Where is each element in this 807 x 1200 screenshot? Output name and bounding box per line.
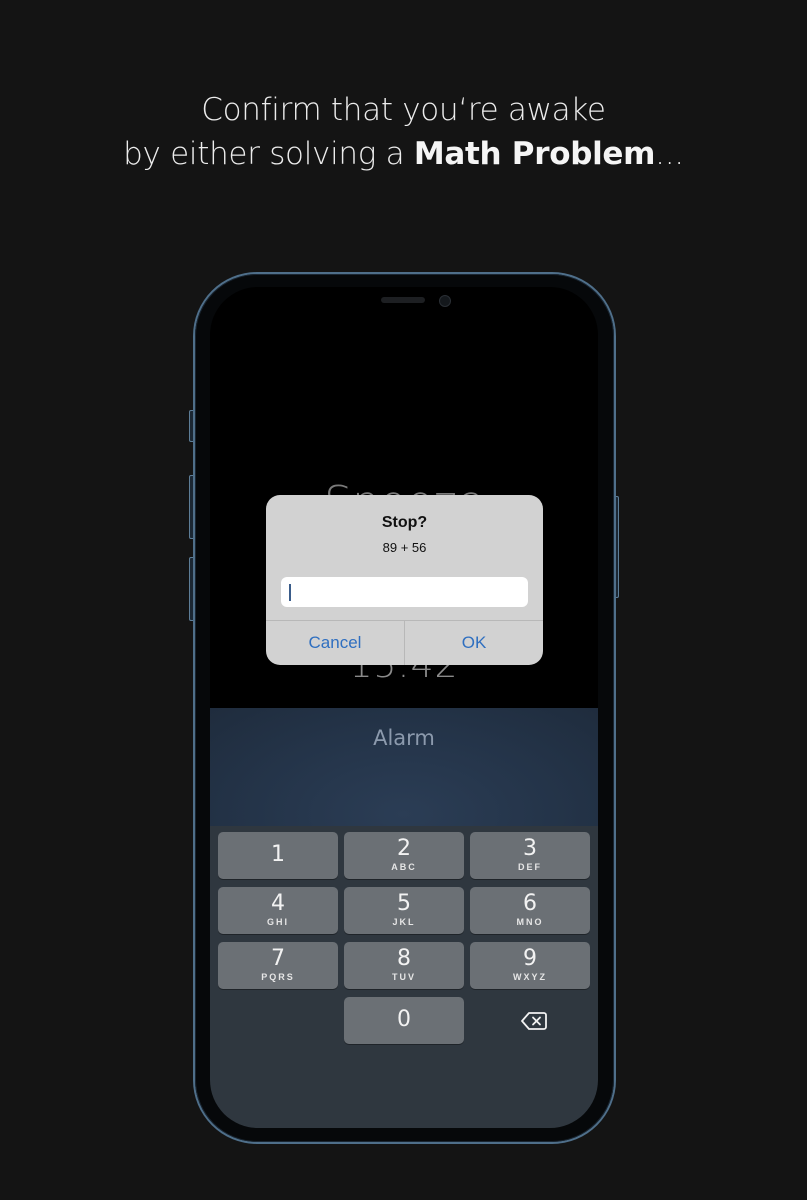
backspace-button[interactable] — [514, 1006, 554, 1036]
key-letters: PQRS — [261, 972, 295, 982]
key-3[interactable]: 3 DEF — [470, 832, 590, 879]
alarm-panel: Alarm — [210, 708, 598, 826]
headline-line-1: Confirm that you‘re awake — [201, 92, 606, 128]
answer-input[interactable] — [281, 577, 528, 607]
cancel-button[interactable]: Cancel — [266, 621, 404, 665]
key-5[interactable]: 5 JKL — [344, 887, 464, 934]
key-number: 0 — [397, 1007, 411, 1032]
delete-left-icon — [521, 1012, 547, 1030]
key-9[interactable]: 9 WXYZ — [470, 942, 590, 989]
key-letters: JKL — [392, 917, 416, 927]
key-number: 6 — [523, 891, 537, 916]
headline-emphasis: Math Problem — [413, 136, 656, 172]
math-problem-text: 89 + 56 — [382, 540, 427, 555]
alarm-label: Alarm — [373, 726, 435, 750]
earpiece-speaker — [381, 297, 425, 303]
key-letters: TUV — [392, 972, 416, 982]
ok-button[interactable]: OK — [405, 621, 543, 665]
key-4[interactable]: 4 GHI — [218, 887, 338, 934]
headline-prefix: by either solving a — [123, 136, 414, 172]
key-6[interactable]: 6 MNO — [470, 887, 590, 934]
key-8[interactable]: 8 TUV — [344, 942, 464, 989]
key-7[interactable]: 7 PQRS — [218, 942, 338, 989]
key-number: 9 — [523, 946, 537, 971]
key-number: 1 — [271, 842, 285, 867]
math-problem-alert: Stop? 89 + 56 Cancel OK — [266, 495, 543, 665]
front-camera — [439, 295, 451, 307]
phone-screen: Snooze 15:42 Alarm 1 2ABC 3DEF 4GHI 5JKL… — [210, 287, 598, 1128]
key-number: 2 — [397, 836, 411, 861]
text-caret — [289, 584, 291, 601]
key-letters: GHI — [266, 917, 289, 927]
key-number: 4 — [271, 891, 285, 916]
key-1[interactable]: 1 — [218, 832, 338, 879]
key-letters: ABC — [391, 862, 417, 872]
key-number: 7 — [271, 946, 285, 971]
key-letters: WXYZ — [513, 972, 547, 982]
key-number: 8 — [397, 946, 411, 971]
numeric-keypad: 1 2 ABC 3 DEF 4 GHI 5 JKL 6 MNO 7 PQRS 8 TUV 9W… — [210, 826, 598, 1128]
key-number: 5 — [397, 891, 411, 916]
key-letters: DEF — [518, 862, 542, 872]
key-0[interactable]: 0 — [344, 997, 464, 1044]
key-number: 3 — [523, 836, 537, 861]
key-2[interactable]: 2 ABC — [344, 832, 464, 879]
key-letters: MNO — [516, 917, 544, 927]
headline-line-2: by either solving a Math Problem... — [0, 136, 807, 172]
alert-title: Stop? — [381, 514, 428, 531]
headline-suffix: ... — [655, 136, 684, 172]
